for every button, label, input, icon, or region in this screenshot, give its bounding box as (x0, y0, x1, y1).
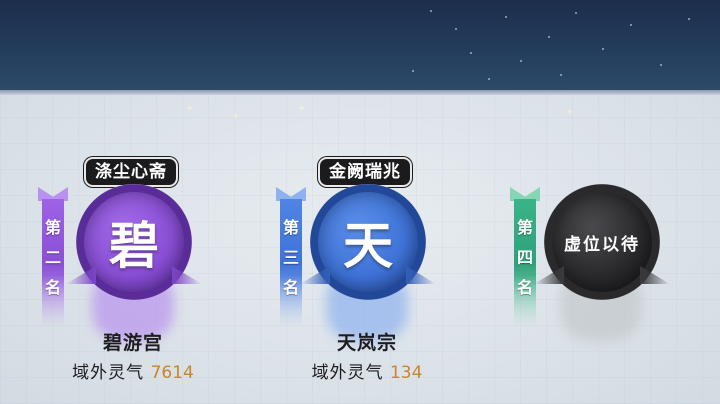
rank-card-4[interactable]: 第四名 虚位以待 (496, 150, 706, 400)
qi-label: 域外灵气 (311, 363, 384, 383)
star (412, 70, 414, 72)
star (688, 18, 690, 20)
sparkle-icon: ✦ (566, 108, 574, 118)
qi-value: 134 (389, 363, 423, 383)
rank-label: 第四名 (516, 218, 533, 297)
sect-emblem-icon: 碧 (66, 182, 202, 342)
star (470, 52, 472, 54)
rank-card-2[interactable]: 涤尘心斋 第二名 碧 碧游宫 域外灵气 7614 (28, 150, 238, 400)
rank-label: 第三名 (282, 218, 299, 297)
sparkle-icon: ✦ (232, 112, 240, 122)
star (630, 24, 632, 26)
rank-card-3[interactable]: 金阙瑞兆 第三名 天 天岚宗 域外灵气 134 (262, 150, 472, 400)
qi-amount: 域外灵气 7614 (28, 358, 238, 383)
qi-label: 域外灵气 (72, 363, 145, 383)
star (660, 64, 662, 66)
qi-value: 7614 (150, 363, 194, 383)
vacant-slot-text: 虚位以待 (564, 234, 640, 255)
star (575, 12, 577, 14)
star (602, 48, 604, 50)
star (548, 36, 550, 38)
sect-emblem-icon: 虚位以待 (534, 182, 670, 342)
rank-banner-icon: 第三名 (276, 187, 306, 327)
star (560, 74, 562, 76)
qi-amount: 域外灵气 134 (262, 358, 472, 383)
sect-name: 天岚宗 (336, 332, 397, 354)
star (520, 60, 522, 62)
emblem-character: 碧 (109, 216, 159, 275)
star (430, 10, 432, 12)
star (505, 16, 507, 18)
emblem-character: 天 (343, 216, 393, 275)
rank-banner-icon: 第四名 (510, 187, 540, 327)
star (488, 78, 490, 80)
sect-emblem-icon: 天 (300, 182, 436, 342)
sparkle-icon: ✦ (186, 104, 194, 114)
sparkle-icon: ✦ (298, 104, 306, 114)
starry-sky-header (0, 0, 720, 94)
sect-name: 碧游宫 (102, 332, 163, 354)
rank-banner-icon: 第二名 (38, 187, 68, 327)
rank-label: 第二名 (44, 218, 61, 297)
star (455, 28, 457, 30)
